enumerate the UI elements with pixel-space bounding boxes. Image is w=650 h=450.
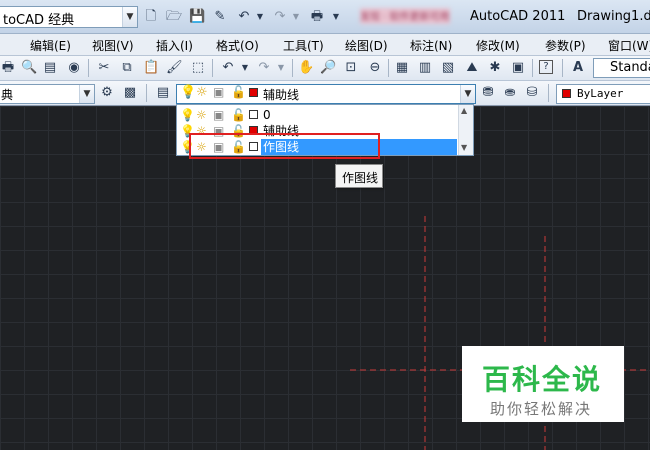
make-current-layer-icon[interactable]: ⛃ (480, 85, 496, 101)
redo-icon[interactable]: ↷ (256, 60, 272, 76)
copy-icon[interactable]: ⧉ (119, 60, 135, 76)
text-style-icon[interactable]: A (570, 60, 586, 76)
menu-item-modify[interactable]: 修改(M) (476, 37, 520, 54)
pan-icon[interactable]: ✋ (298, 60, 314, 76)
chevron-down-icon[interactable]: ▼ (273, 60, 289, 76)
plot-icon[interactable]: 🖶 (0, 60, 16, 76)
toolbar-settings-icon[interactable]: ▩ (122, 85, 138, 101)
save-as-icon[interactable]: ✎ (212, 9, 228, 25)
blurred-notice: 发现 · 软件更新可用 (360, 8, 450, 24)
layers-toolbar: 典 ▼ ⚙ ▩ ▤ 💡 ☼ ▣ 🔓 辅助线 ▼ ⛃ ⛂ ⛁ ByLayer (0, 81, 650, 106)
standard-toolbar: 🖶 🔍 ▤ ◉ ✂ ⧉ 📋 🖌 ⬚ ↶ ▼ ↷ ▼ ✋ 🔎 ⊡ ⊖ ▦ ▥ ▧ … (0, 56, 650, 81)
text-style-value: Standa (610, 60, 650, 75)
block-editor-icon[interactable]: ⬚ (190, 60, 206, 76)
scroll-down-icon[interactable]: ▼ (461, 143, 467, 152)
chevron-down-icon[interactable]: ▼ (288, 9, 304, 25)
publish-icon[interactable]: ▤ (42, 60, 58, 76)
cut-icon[interactable]: ✂ (96, 60, 112, 76)
layer-combo[interactable]: 💡 ☼ ▣ 🔓 辅助线 ▼ (176, 84, 476, 104)
menu-item-insert[interactable]: 插入(I) (156, 37, 193, 54)
viewport-freeze-icon[interactable]: ▣ (213, 85, 224, 99)
app-title: AutoCAD 2011 (470, 9, 566, 24)
zoom-window-icon[interactable]: ⊡ (343, 60, 359, 76)
chevron-down-icon[interactable]: ▼ (460, 85, 475, 103)
tooltip-text: 作图线 (342, 171, 379, 185)
new-file-icon[interactable]: 🗋 (143, 9, 159, 25)
layer-color-swatch[interactable] (249, 110, 258, 119)
chevron-down-icon[interactable]: ▼ (252, 9, 268, 25)
lightbulb-icon[interactable]: 💡 (180, 85, 196, 100)
watermark-panel: 百科全说 助你轻松解决 (462, 346, 624, 422)
unlock-icon[interactable]: 🔓 (231, 107, 246, 123)
document-title: Drawing1.dw (577, 9, 650, 24)
paste-icon[interactable]: 📋 (143, 60, 159, 76)
zoom-previous-icon[interactable]: ⊖ (367, 60, 383, 76)
markup-icon[interactable]: ✱ (487, 60, 503, 76)
sheet-set-icon[interactable]: ⛰ (464, 60, 480, 76)
menu-item-edit[interactable]: 编辑(E) (30, 37, 71, 54)
plot-preview-icon[interactable]: 🔍 (21, 60, 37, 76)
menu-bar: 编辑(E) 视图(V) 插入(I) 格式(O) 工具(T) 绘图(D) 标注(N… (0, 34, 650, 56)
undo-icon[interactable]: ↶ (220, 60, 236, 76)
annotation-highlight-box (189, 133, 380, 159)
tool-palettes-icon[interactable]: ▧ (440, 60, 456, 76)
3d-dwf-icon[interactable]: ◉ (66, 60, 82, 76)
sun-icon[interactable]: ☼ (196, 85, 208, 100)
chevron-down-icon[interactable]: ▼ (79, 85, 94, 103)
undo-icon[interactable]: ↶ (236, 9, 252, 25)
text-style-combo[interactable]: Standa (593, 58, 650, 78)
menu-item-tools[interactable]: 工具(T) (283, 37, 324, 54)
title-bar: toCAD 经典 ▼ 🗋 🗁 💾 ✎ ↶ ▼ ↷ ▼ 🖶 ▼ 发现 · 软件更新… (0, 0, 650, 34)
menu-item-view[interactable]: 视图(V) (92, 37, 134, 54)
watermark-subtitle: 助你轻松解决 (490, 400, 593, 418)
layer-tooltip: 作图线 (335, 164, 383, 188)
color-combo[interactable]: ByLayer (556, 84, 650, 104)
scroll-up-icon[interactable]: ▲ (461, 106, 467, 115)
design-center-icon[interactable]: ▥ (417, 60, 433, 76)
workspace-combo-value: toCAD 经典 (3, 13, 75, 28)
workspace-combo[interactable]: toCAD 经典 ▼ (0, 6, 138, 28)
save-icon[interactable]: 💾 (189, 9, 205, 25)
menu-item-dimension[interactable]: 标注(N) (410, 37, 452, 54)
properties-icon[interactable]: ▦ (394, 60, 410, 76)
color-combo-value: ByLayer (577, 87, 624, 100)
sun-icon[interactable]: ☼ (196, 107, 207, 123)
help-icon[interactable]: ? (539, 60, 553, 74)
chevron-down-icon[interactable]: ▼ (122, 7, 137, 27)
unlock-icon[interactable]: 🔓 (231, 85, 246, 99)
customize-dropdown-icon[interactable]: ▼ (328, 9, 344, 25)
workspace-settings-icon[interactable]: ⚙ (99, 85, 115, 101)
layer-properties-manager-icon[interactable]: ▤ (155, 85, 171, 101)
layer-previous-icon[interactable]: ⛂ (502, 85, 518, 101)
viewport-freeze-icon[interactable]: ▣ (213, 107, 224, 123)
plot-icon[interactable]: 🖶 (309, 9, 325, 25)
match-properties-icon[interactable]: 🖌 (166, 60, 183, 76)
layer-name: 0 (263, 108, 271, 122)
menu-item-format[interactable]: 格式(O) (216, 37, 259, 54)
menu-item-parametric[interactable]: 参数(P) (545, 37, 586, 54)
layer-color-swatch[interactable] (249, 88, 258, 97)
menu-item-window[interactable]: 窗口(W) (608, 37, 650, 54)
watermark-title: 百科全说 (482, 363, 603, 396)
workspace-style-value: 典 (1, 88, 14, 102)
color-swatch (562, 89, 571, 98)
workspace-style-combo[interactable]: 典 ▼ (0, 84, 95, 104)
lightbulb-icon[interactable]: 💡 (180, 107, 195, 123)
chevron-down-icon[interactable]: ▼ (237, 60, 253, 76)
layer-state-icon[interactable]: ⛁ (524, 85, 540, 101)
current-layer-name: 辅助线 (263, 88, 300, 102)
dropdown-scrollbar[interactable]: ▲ ▼ (458, 105, 473, 155)
redo-icon[interactable]: ↷ (272, 9, 288, 25)
open-folder-icon[interactable]: 🗁 (166, 9, 182, 25)
layer-item-0[interactable]: 💡 ☼ ▣ 🔓 0 (177, 107, 473, 123)
menu-item-draw[interactable]: 绘图(D) (345, 37, 388, 54)
zoom-realtime-icon[interactable]: 🔎 (320, 60, 336, 76)
calculator-icon[interactable]: ▣ (510, 60, 526, 76)
